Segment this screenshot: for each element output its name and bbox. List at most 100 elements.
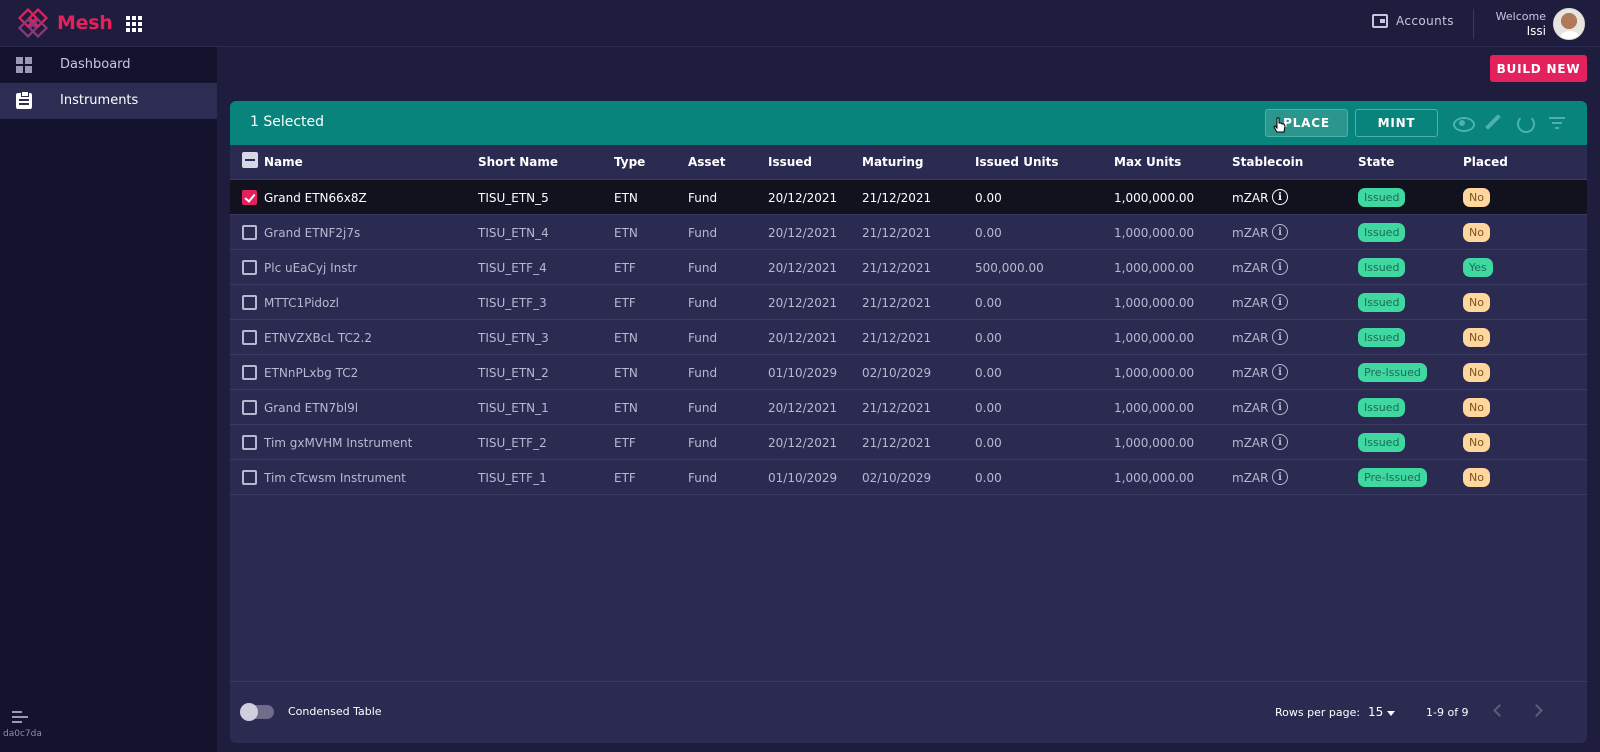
table-row[interactable]: ETNVZXBcL TC2.2 TISU_ETN_3 ETN Fund 20/12/20… (230, 320, 1587, 355)
column-header-short-name[interactable]: Short Name (478, 155, 558, 169)
table-row[interactable]: Grand ETNF2j7s TISU_ETN_4 ETN Fund 20/12/202… (230, 215, 1587, 250)
row-checkbox[interactable] (242, 435, 257, 450)
info-icon[interactable]: i (1272, 259, 1288, 275)
cell-short-name: TISU_ETF_4 (478, 261, 547, 275)
row-checkbox[interactable] (242, 365, 257, 380)
info-icon[interactable]: i (1272, 294, 1288, 310)
condensed-table-toggle[interactable] (240, 703, 274, 721)
caret-down-icon[interactable] (1387, 711, 1395, 716)
select-all-checkbox[interactable] (242, 152, 258, 168)
cell-max-units: 1,000,000.00 (1114, 261, 1195, 275)
state-badge: Issued (1358, 433, 1406, 452)
column-header-placed[interactable]: Placed (1463, 155, 1508, 169)
wallet-icon (1372, 14, 1388, 28)
row-checkbox[interactable] (242, 225, 257, 240)
row-checkbox[interactable] (242, 260, 257, 275)
table-row[interactable]: Grand ETN7bl9l TISU_ETN_1 ETN Fund 20/12/202… (230, 390, 1587, 425)
row-checkbox[interactable] (242, 190, 257, 205)
cell-maturing: 21/12/2021 (862, 331, 932, 345)
sidebar-item-label: Dashboard (60, 57, 131, 72)
cell-max-units: 1,000,000.00 (1114, 401, 1195, 415)
cell-issued: 20/12/2021 (768, 191, 838, 205)
table-row[interactable]: MTTC1Pidozl TISU_ETF_3 ETF Fund 20/12/2021 21… (230, 285, 1587, 320)
cell-max-units: 1,000,000.00 (1114, 296, 1195, 310)
column-header-name[interactable]: Name (264, 155, 303, 169)
cell-type: ETN (614, 401, 638, 415)
cell-issued-units: 0.00 (975, 191, 1002, 205)
column-header-asset[interactable]: Asset (688, 155, 725, 169)
cell-maturing: 21/12/2021 (862, 401, 932, 415)
row-checkbox[interactable] (242, 470, 257, 485)
cell-issued: 20/12/2021 (768, 261, 838, 275)
instruments-table-card: 1 Selected PLACE MINT Name Short Name Ty… (230, 101, 1587, 743)
cell-max-units: 1,000,000.00 (1114, 331, 1195, 345)
refresh-icon[interactable] (1516, 114, 1535, 133)
info-icon[interactable]: i (1272, 399, 1288, 415)
table-row[interactable]: Tim cTcwsm Instrument TISU_ETF_1 ETF Fund 01… (230, 460, 1587, 495)
cell-short-name: TISU_ETN_5 (478, 191, 549, 205)
cell-name: ETNnPLxbg TC2 (264, 366, 359, 380)
info-icon[interactable]: i (1272, 224, 1288, 240)
column-header-issued[interactable]: Issued (768, 155, 812, 169)
cell-asset: Fund (688, 436, 718, 450)
cell-issued-units: 0.00 (975, 226, 1002, 240)
next-page-icon[interactable] (1530, 702, 1546, 718)
column-header-state[interactable]: State (1358, 155, 1394, 169)
cell-maturing: 21/12/2021 (862, 296, 932, 310)
column-header-type[interactable]: Type (614, 155, 645, 169)
column-header-stablecoin[interactable]: Stablecoin (1232, 155, 1303, 169)
info-icon[interactable]: i (1272, 329, 1288, 345)
rows-per-page-select[interactable]: 15 (1368, 705, 1383, 719)
cell-issued: 20/12/2021 (768, 226, 838, 240)
info-icon[interactable]: i (1272, 189, 1288, 205)
filter-icon[interactable] (1548, 114, 1566, 132)
top-bar: Mesh Accounts Welcome Issi (0, 0, 1600, 47)
table-row[interactable]: Grand ETN66x8Z TISU_ETN_5 ETN Fund 20/12/202… (230, 180, 1587, 215)
column-header-max-units[interactable]: Max Units (1114, 155, 1181, 169)
edit-icon[interactable] (1484, 114, 1502, 132)
mesh-logo-icon[interactable] (15, 8, 51, 40)
cell-name: Tim cTcwsm Instrument (264, 471, 406, 485)
cell-name: Grand ETN66x8Z (264, 191, 367, 205)
state-badge: Issued (1358, 328, 1406, 347)
cell-stablecoin: mZAR (1232, 401, 1269, 415)
placed-badge: No (1463, 223, 1490, 242)
sidebar-item-instruments[interactable]: Instruments (0, 83, 217, 119)
cell-stablecoin: mZAR (1232, 366, 1269, 380)
previous-page-icon[interactable] (1490, 702, 1506, 718)
cell-short-name: TISU_ETN_4 (478, 226, 549, 240)
info-icon[interactable]: i (1272, 434, 1288, 450)
avatar[interactable] (1553, 8, 1585, 40)
cell-asset: Fund (688, 261, 718, 275)
info-icon[interactable]: i (1272, 364, 1288, 380)
table-row[interactable]: Plc uEaCyj Instr TISU_ETF_4 ETF Fund 20/12/2… (230, 250, 1587, 285)
column-header-issued-units[interactable]: Issued Units (975, 155, 1058, 169)
cell-name: ETNVZXBcL TC2.2 (264, 331, 372, 345)
cell-short-name: TISU_ETN_3 (478, 331, 549, 345)
row-checkbox[interactable] (242, 295, 257, 310)
view-icon[interactable] (1453, 114, 1475, 132)
sidebar-item-label: Instruments (60, 93, 139, 108)
sidebar-item-dashboard[interactable]: Dashboard (0, 47, 217, 83)
cell-issued: 20/12/2021 (768, 401, 838, 415)
placed-badge: No (1463, 433, 1490, 452)
table-header: Name Short Name Type Asset Issued Maturi… (230, 145, 1587, 180)
info-icon[interactable]: i (1272, 469, 1288, 485)
row-checkbox[interactable] (242, 400, 257, 415)
build-new-button[interactable]: BUILD NEW (1490, 55, 1587, 82)
cell-issued-units: 0.00 (975, 366, 1002, 380)
collapse-menu-icon[interactable] (12, 711, 28, 723)
column-header-maturing[interactable]: Maturing (862, 155, 923, 169)
cell-asset: Fund (688, 471, 718, 485)
table-row[interactable]: ETNnPLxbg TC2 TISU_ETN_2 ETN Fund 01/10/2029… (230, 355, 1587, 390)
cell-asset: Fund (688, 226, 718, 240)
accounts-button[interactable]: Accounts (1372, 14, 1454, 28)
row-checkbox[interactable] (242, 330, 257, 345)
cell-maturing: 21/12/2021 (862, 226, 932, 240)
cell-type: ETF (614, 261, 636, 275)
cell-name: Plc uEaCyj Instr (264, 261, 358, 275)
cell-short-name: TISU_ETF_1 (478, 471, 547, 485)
table-row[interactable]: Tim gxMVHM Instrument TISU_ETF_2 ETF Fund 20… (230, 425, 1587, 460)
apps-grid-icon[interactable] (126, 16, 142, 32)
mint-button[interactable]: MINT (1355, 109, 1438, 137)
